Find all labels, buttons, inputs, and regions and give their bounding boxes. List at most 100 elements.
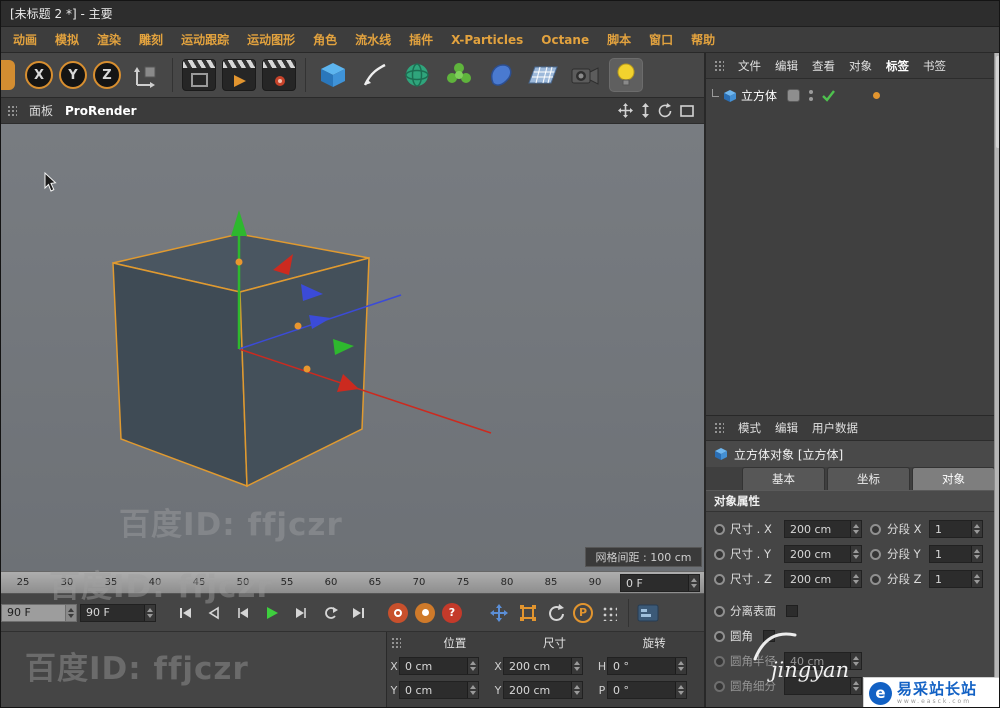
menubar-item[interactable]: Octane <box>541 33 589 47</box>
clipped-tool-icon[interactable] <box>1 60 15 90</box>
next-frame-button[interactable] <box>288 600 314 626</box>
stepper-icon[interactable] <box>971 546 982 562</box>
light-button[interactable] <box>609 58 643 92</box>
stepper-icon[interactable] <box>675 682 686 698</box>
menubar-item[interactable]: 雕刻 <box>139 31 163 48</box>
rot-p-field[interactable]: 0 ° <box>607 681 687 699</box>
coordinate-system-button[interactable] <box>127 57 163 93</box>
object-row-cube[interactable]: 立方体 <box>712 87 992 104</box>
scale-tool-button[interactable] <box>515 600 541 626</box>
record-keyframe-button[interactable] <box>388 602 408 623</box>
fillet-checkbox[interactable] <box>763 630 775 642</box>
goto-end-button[interactable] <box>346 600 372 626</box>
pos-x-field[interactable]: 0 cm <box>399 657 479 675</box>
enabled-check-icon[interactable] <box>822 89 835 102</box>
stepper-icon[interactable] <box>571 682 582 698</box>
segments-x-field[interactable]: 1 <box>929 520 983 538</box>
menubar-item[interactable]: 角色 <box>313 31 337 48</box>
segments-z-field[interactable]: 1 <box>929 570 983 588</box>
move-tool-button[interactable] <box>486 600 512 626</box>
deformers-button[interactable] <box>483 57 519 93</box>
render-settings-button[interactable] <box>262 59 296 91</box>
menubar-item[interactable]: 动画 <box>13 31 37 48</box>
object-name[interactable]: 立方体 <box>741 87 777 104</box>
object-manager[interactable]: 立方体 <box>706 79 999 415</box>
stepper-icon[interactable] <box>971 571 982 587</box>
stepper-icon[interactable] <box>675 658 686 674</box>
viewport-maximize-button[interactable] <box>680 104 694 117</box>
panel-menu-handle-icon[interactable] <box>714 59 724 72</box>
anim-dot-icon[interactable] <box>714 523 725 535</box>
pos-y-field[interactable]: 0 cm <box>399 681 479 699</box>
anim-dot-icon[interactable] <box>714 573 725 585</box>
autokey-button[interactable] <box>415 602 435 623</box>
right-scrollbar[interactable] <box>994 53 999 707</box>
viewport-rotate-button[interactable] <box>658 103 673 118</box>
separate-surfaces-checkbox[interactable] <box>786 605 798 617</box>
stepper-icon[interactable] <box>850 571 861 587</box>
om-menu-item[interactable]: 查看 <box>812 58 835 74</box>
size-y-field[interactable]: 200 cm <box>784 545 862 563</box>
om-menu-item[interactable]: 编辑 <box>775 58 798 74</box>
range-start-field[interactable]: 90 F <box>1 603 77 622</box>
render-view-button[interactable] <box>182 59 216 91</box>
menubar-item[interactable]: 窗口 <box>649 31 673 48</box>
viewport-zoom-button[interactable] <box>640 103 651 118</box>
size-y-field[interactable]: 200 cm <box>503 681 583 699</box>
previous-key-button[interactable] <box>201 600 227 626</box>
add-cube-button[interactable] <box>315 57 351 93</box>
size-z-field[interactable]: 200 cm <box>784 570 862 588</box>
am-menu-item[interactable]: 模式 <box>738 420 761 436</box>
tab-coordinates[interactable]: 坐标 <box>827 467 910 490</box>
om-menu-item[interactable]: 标签 <box>886 58 909 74</box>
pen-spline-button[interactable] <box>357 57 393 93</box>
cloner-button[interactable] <box>441 57 477 93</box>
play-button[interactable] <box>259 600 285 626</box>
stepper-icon[interactable] <box>467 658 478 674</box>
menubar-item[interactable]: 运动图形 <box>247 31 295 48</box>
stepper-icon[interactable] <box>971 521 982 537</box>
menubar-item[interactable]: 渲染 <box>97 31 121 48</box>
keyframe-hud-button[interactable] <box>635 600 661 626</box>
panel-menu-handle-icon[interactable] <box>714 422 724 434</box>
anim-dot-icon[interactable] <box>870 573 881 585</box>
stepper-icon[interactable] <box>467 682 478 698</box>
panel-menu-handle-icon[interactable] <box>391 637 401 649</box>
timeline-ruler[interactable]: 25 30 35 40 45 50 55 60 65 70 75 80 85 9… <box>1 571 704 594</box>
object-properties-header[interactable]: 对象属性 <box>706 490 999 512</box>
viewport-pan-button[interactable] <box>618 103 633 118</box>
anim-dot-icon[interactable] <box>714 630 725 642</box>
viewport-canvas[interactable] <box>1 124 704 571</box>
menubar-item[interactable]: 流水线 <box>355 31 391 48</box>
p-coordinate-button[interactable]: P <box>573 602 593 623</box>
snap-dots-button[interactable] <box>596 600 622 626</box>
keyframe-selection-button[interactable]: ? <box>442 602 462 623</box>
range-end-field[interactable]: 90 F <box>80 603 156 622</box>
stepper-icon[interactable] <box>850 546 861 562</box>
panel-menu-handle-icon[interactable] <box>7 104 17 117</box>
size-x-field[interactable]: 200 cm <box>503 657 583 675</box>
play-mode-button[interactable] <box>317 600 343 626</box>
om-menu-item[interactable]: 文件 <box>738 58 761 74</box>
menubar-item[interactable]: 运动跟踪 <box>181 31 229 48</box>
stepper-icon[interactable] <box>571 658 582 674</box>
rot-h-field[interactable]: 0 ° <box>607 657 687 675</box>
om-menu-item[interactable]: 书签 <box>923 58 946 74</box>
om-menu-item[interactable]: 对象 <box>849 58 872 74</box>
x-axis-lock-button[interactable]: X <box>25 61 53 89</box>
viewport-tab-prorender[interactable]: ProRender <box>65 104 137 118</box>
tab-object[interactable]: 对象 <box>912 467 995 490</box>
current-frame-field[interactable]: 0 F <box>620 574 700 592</box>
anim-dot-icon[interactable] <box>714 548 725 560</box>
goto-start-button[interactable] <box>172 600 198 626</box>
layer-color-dot[interactable] <box>873 92 881 99</box>
segments-y-field[interactable]: 1 <box>929 545 983 563</box>
y-axis-lock-button[interactable]: Y <box>59 61 87 89</box>
menubar-item[interactable]: 帮助 <box>691 31 715 48</box>
previous-frame-button[interactable] <box>230 600 256 626</box>
stepper-icon[interactable] <box>144 604 155 621</box>
floor-button[interactable] <box>525 57 561 93</box>
rotate-tool-button[interactable] <box>544 600 570 626</box>
viewport-tab-panel[interactable]: 面板 <box>29 102 53 119</box>
visibility-toggle-icon[interactable] <box>809 90 814 101</box>
